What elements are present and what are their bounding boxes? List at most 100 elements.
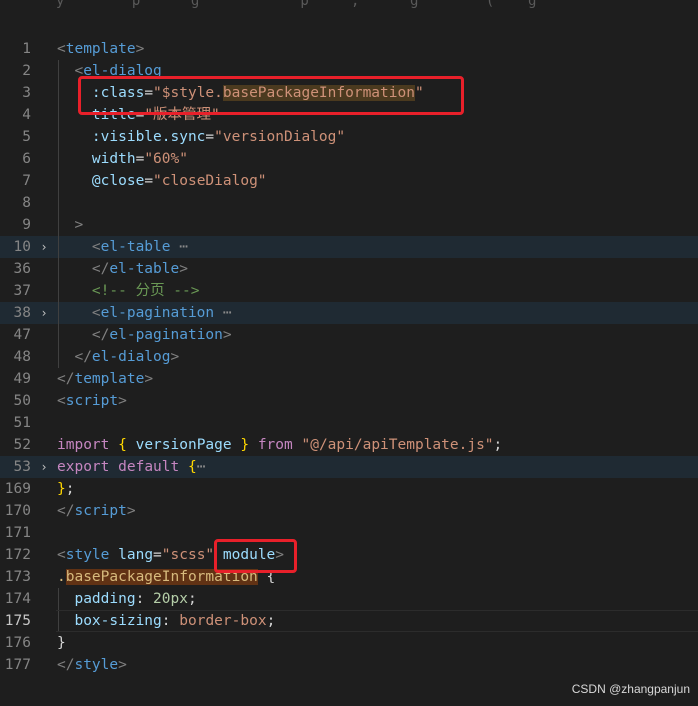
code-token: style xyxy=(65,547,110,563)
fold-chevron-icon[interactable]: › xyxy=(38,236,50,258)
code-line[interactable]: 172 <style lang="scss" module> xyxy=(0,544,698,566)
code-token: { xyxy=(187,459,197,475)
code-token: = xyxy=(153,547,162,563)
code-token: export xyxy=(57,459,110,475)
code-token: <!-- 分页 --> xyxy=(57,283,200,299)
code-token: < xyxy=(57,393,66,409)
line-number: 171 xyxy=(4,525,31,541)
code-line[interactable]: 5 :visible.sync="versionDialog" xyxy=(0,126,698,148)
code-line[interactable]: 36 </el-table> xyxy=(0,258,698,280)
code-line[interactable]: 49 </template> xyxy=(0,368,698,390)
code-text: export default {⋯ xyxy=(57,456,205,478)
code-line[interactable]: 174 padding: 20px; xyxy=(0,588,698,610)
code-line[interactable]: 52 import { versionPage } from "@/api/api… xyxy=(0,434,698,456)
fold-chevron-icon[interactable]: › xyxy=(38,456,50,478)
line-number: 36 xyxy=(13,261,31,277)
code-token: basePackageInformation xyxy=(65,569,258,585)
code-line[interactable]: 175 box-sizing: border-box; xyxy=(0,610,698,632)
code-token: 20px xyxy=(153,591,188,607)
code-token: } xyxy=(57,635,66,651)
code-token: el-table xyxy=(100,239,171,255)
code-token: < xyxy=(57,41,66,57)
code-line[interactable]: 177 </style> xyxy=(0,654,698,676)
code-token: padding xyxy=(74,591,136,607)
code-token: from xyxy=(257,437,293,453)
code-token: template xyxy=(65,41,136,57)
code-text: <el-table ⋯ xyxy=(57,236,188,258)
code-token: @close xyxy=(91,173,145,189)
code-line[interactable]: 2 <el-dialog xyxy=(0,60,698,82)
line-number: 37 xyxy=(13,283,31,299)
code-token: el-dialog xyxy=(83,63,162,79)
line-number: 4 xyxy=(22,107,31,123)
code-token: el-pagination xyxy=(100,305,215,321)
code-editor[interactable]: 1 <template> 2 <el-dialog 3 :class="$style.… xyxy=(0,38,698,676)
code-text: </style> xyxy=(57,654,127,676)
code-token: < xyxy=(57,547,66,563)
code-token: :visible.sync xyxy=(91,129,206,145)
code-text: <style lang="scss" module> xyxy=(57,544,284,566)
code-line[interactable]: 4 title="版本管理" xyxy=(0,104,698,126)
code-line[interactable]: 176} xyxy=(0,632,698,654)
line-number: 9 xyxy=(22,217,31,233)
code-line[interactable]: 38 › <el-pagination ⋯ xyxy=(0,302,698,324)
code-token: > xyxy=(275,547,285,563)
code-token: = xyxy=(205,129,215,145)
code-line[interactable]: 37 <!-- 分页 --> xyxy=(0,280,698,302)
code-token: > xyxy=(222,327,232,343)
code-token: ; xyxy=(65,481,75,497)
code-token: > xyxy=(118,393,127,409)
line-number: 10 xyxy=(13,239,31,255)
line-number: 38 xyxy=(13,305,31,321)
code-token: box-sizing xyxy=(74,613,162,629)
code-line[interactable]: 6 width="60%" xyxy=(0,148,698,170)
code-line[interactable]: 7 @close="closeDialog" xyxy=(0,170,698,192)
code-token: ⋯ xyxy=(170,239,188,255)
code-token: ⋯ xyxy=(196,459,206,475)
code-token: "closeDialog" xyxy=(153,173,267,189)
line-number: 49 xyxy=(13,371,31,387)
code-line[interactable]: 48 </el-dialog> xyxy=(0,346,698,368)
code-token: ; xyxy=(266,613,276,629)
line-number: 172 xyxy=(4,547,31,563)
line-number: 169 xyxy=(4,481,31,497)
code-text: <el-dialog xyxy=(57,60,162,82)
code-line[interactable]: 171 xyxy=(0,522,698,544)
code-token: : xyxy=(161,613,180,629)
code-line[interactable]: 170 </script> xyxy=(0,500,698,522)
code-line[interactable]: 173 .basePackageInformation { xyxy=(0,566,698,588)
code-line[interactable]: 10 › <el-table ⋯ xyxy=(0,236,698,258)
line-number: 173 xyxy=(4,569,31,585)
clipped-previous-line: y p g p , g ( g xyxy=(56,0,537,8)
code-line[interactable]: 50 <script> xyxy=(0,390,698,412)
code-line[interactable]: 8 xyxy=(0,192,698,214)
code-line[interactable]: 53 › export default {⋯ xyxy=(0,456,698,478)
line-number: 47 xyxy=(13,327,31,343)
watermark: CSDN @zhangpanjun xyxy=(571,682,690,696)
code-text: </el-table> xyxy=(57,258,188,280)
code-text: padding: 20px; xyxy=(57,588,196,610)
code-line[interactable]: 3 :class="$style.basePackageInformation" xyxy=(0,82,698,104)
code-token: style xyxy=(74,657,119,673)
code-token: script xyxy=(65,393,119,409)
code-text: .basePackageInformation { xyxy=(57,566,275,588)
code-line[interactable]: 51 xyxy=(0,412,698,434)
code-line[interactable]: 169}; xyxy=(0,478,698,500)
code-line[interactable]: 1 <template> xyxy=(0,38,698,60)
indent-guide xyxy=(58,192,59,214)
code-token: versionPage xyxy=(135,437,232,453)
code-token: ⋯ xyxy=(214,305,232,321)
fold-chevron-icon[interactable]: › xyxy=(38,302,50,324)
code-token: el-table xyxy=(109,261,180,277)
code-line[interactable]: 47 </el-pagination> xyxy=(0,324,698,346)
line-number: 48 xyxy=(13,349,31,365)
code-line[interactable]: 9 > xyxy=(0,214,698,236)
code-token: > xyxy=(57,217,84,233)
code-token: . xyxy=(57,569,66,585)
